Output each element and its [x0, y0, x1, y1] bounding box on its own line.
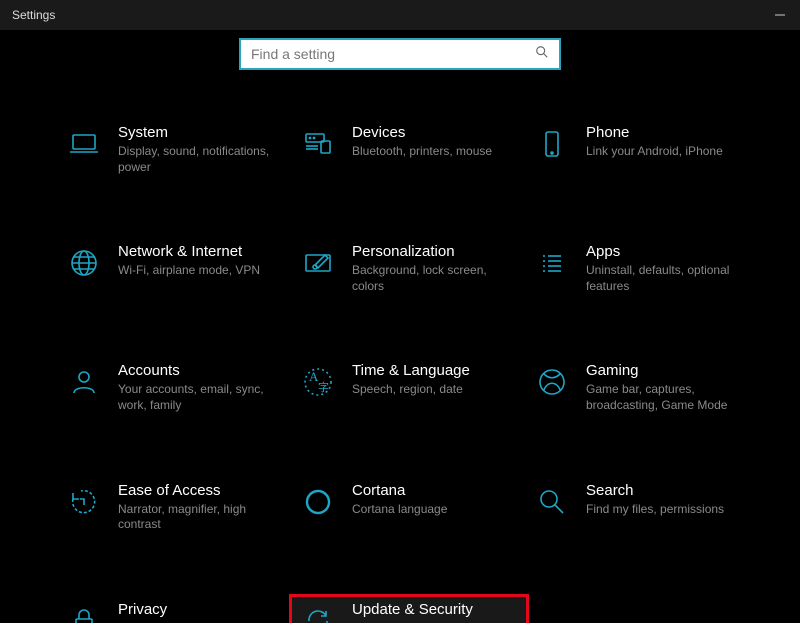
category-ease-of-access[interactable]: Ease of Access Narrator, magnifier, high …	[58, 478, 292, 539]
category-phone[interactable]: Phone Link your Android, iPhone	[526, 120, 760, 181]
category-title: Phone	[586, 124, 723, 142]
brush-icon	[298, 243, 338, 283]
category-desc: Link your Android, iPhone	[586, 144, 723, 160]
phone-icon	[532, 124, 572, 164]
category-desc: Background, lock screen, colors	[352, 263, 520, 294]
category-desc: Speech, region, date	[352, 382, 470, 398]
language-icon: A字	[298, 362, 338, 402]
window-controls	[774, 9, 792, 21]
category-desc: Display, sound, notifications, power	[118, 144, 286, 175]
category-desc: Bluetooth, printers, mouse	[352, 144, 492, 160]
lock-icon	[64, 601, 104, 623]
laptop-icon	[64, 124, 104, 164]
category-system[interactable]: System Display, sound, notifications, pow…	[58, 120, 292, 181]
search-input[interactable]	[251, 46, 535, 62]
globe-icon	[64, 243, 104, 283]
category-title: Devices	[352, 124, 492, 142]
category-title: Apps	[586, 243, 754, 261]
category-title: Search	[586, 482, 724, 500]
ease-icon	[64, 482, 104, 522]
cortana-icon	[298, 482, 338, 522]
category-privacy[interactable]: PrivacyLocation, camera, microphone	[58, 597, 292, 623]
category-time[interactable]: A字 Time & Language Speech, region, date	[292, 358, 526, 419]
minimize-button[interactable]	[774, 9, 786, 21]
settings-grid: System Display, sound, notifications, pow…	[0, 80, 800, 623]
category-gaming[interactable]: Gaming Game bar, captures, broadcasting, …	[526, 358, 760, 419]
search-box[interactable]	[239, 38, 561, 70]
category-title: Network & Internet	[118, 243, 260, 261]
category-desc: Wi-Fi, airplane mode, VPN	[118, 263, 260, 279]
category-devices[interactable]: Devices Bluetooth, printers, mouse	[292, 120, 526, 181]
category-title: Privacy	[118, 601, 279, 619]
category-personalization[interactable]: Personalization Background, lock screen, …	[292, 239, 526, 300]
window-titlebar: Settings	[0, 0, 800, 30]
category-title: Personalization	[352, 243, 520, 261]
category-update-security[interactable]: Update & SecurityWindows Update, recover…	[292, 597, 526, 623]
category-title: System	[118, 124, 286, 142]
category-desc: Cortana language	[352, 502, 447, 518]
category-network[interactable]: Network & Internet Wi-Fi, airplane mode, …	[58, 239, 292, 300]
xbox-icon	[532, 362, 572, 402]
magnifier-icon	[532, 482, 572, 522]
category-title: Update & Security	[352, 601, 520, 619]
search-icon	[535, 45, 549, 64]
category-search[interactable]: Search Find my files, permissions	[526, 478, 760, 539]
category-title: Accounts	[118, 362, 286, 380]
category-desc: Your accounts, email, sync, work, family	[118, 382, 286, 413]
category-desc: Uninstall, defaults, optional features	[586, 263, 754, 294]
category-cortana[interactable]: Cortana Cortana language	[292, 478, 526, 539]
category-title: Cortana	[352, 482, 447, 500]
update-icon	[298, 601, 338, 623]
category-title: Gaming	[586, 362, 754, 380]
category-desc: Game bar, captures, broadcasting, Game M…	[586, 382, 754, 413]
category-accounts[interactable]: Accounts Your accounts, email, sync, work…	[58, 358, 292, 419]
devices-icon	[298, 124, 338, 164]
category-desc: Narrator, magnifier, high contrast	[118, 502, 286, 533]
person-icon	[64, 362, 104, 402]
window-title: Settings	[8, 8, 55, 22]
category-desc: Find my files, permissions	[586, 502, 724, 518]
category-title: Ease of Access	[118, 482, 286, 500]
search-container	[0, 30, 800, 80]
list-icon	[532, 243, 572, 283]
category-title: Time & Language	[352, 362, 470, 380]
category-apps[interactable]: Apps Uninstall, defaults, optional featur…	[526, 239, 760, 300]
